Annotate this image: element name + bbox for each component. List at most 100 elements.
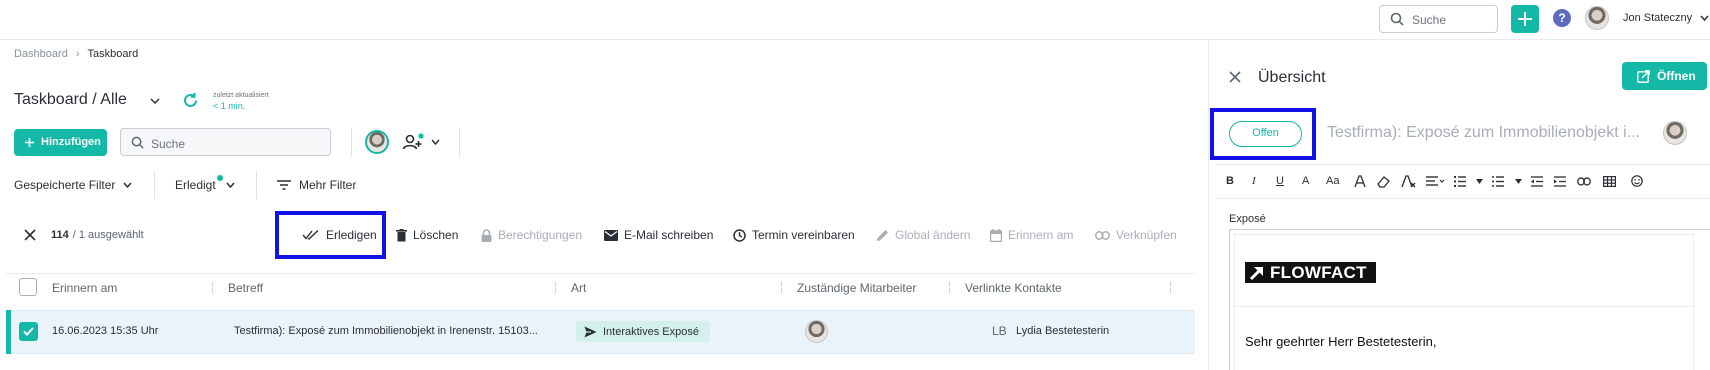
column-header-type[interactable]: Art xyxy=(571,281,586,295)
chevron-right-icon: › xyxy=(75,48,80,60)
ordered-list-icon[interactable] xyxy=(1454,176,1466,187)
outdent-icon[interactable] xyxy=(1531,176,1543,187)
permissions-button[interactable]: Berechtigungen xyxy=(481,228,582,242)
saved-filters-dropdown[interactable]: Gespeicherte Filter xyxy=(14,178,132,192)
eraser-icon[interactable] xyxy=(1377,175,1390,188)
indent-icon[interactable] xyxy=(1554,176,1566,187)
panel-assignee-avatar[interactable] xyxy=(1663,121,1687,145)
write-email-button[interactable]: E-Mail schreiben xyxy=(604,228,713,242)
global-change-button[interactable]: Global ändern xyxy=(876,228,970,242)
row-type-label: Interaktives Exposé xyxy=(603,325,699,338)
refresh-icon[interactable] xyxy=(182,92,199,109)
table-top-divider xyxy=(6,273,1195,274)
schedule-appointment-button[interactable]: Termin vereinbaren xyxy=(733,228,855,242)
expose-content-frame xyxy=(1234,234,1694,370)
clear-format-icon[interactable] xyxy=(1401,175,1416,188)
open-button[interactable]: Öffnen xyxy=(1622,62,1707,90)
breadcrumb-dashboard[interactable]: Dashboard xyxy=(14,48,68,60)
row-contact-name[interactable]: Lydia Bestetesterin xyxy=(1016,325,1109,337)
row-selected-accent xyxy=(6,310,11,354)
column-header-subject[interactable]: Betreff xyxy=(228,281,263,295)
selection-total: 114 xyxy=(51,229,69,241)
highlight-status xyxy=(1210,108,1316,160)
open-button-label: Öffnen xyxy=(1657,69,1696,83)
global-search-placeholder: Suche xyxy=(1412,13,1447,27)
close-icon[interactable] xyxy=(1229,71,1241,83)
delete-label: Löschen xyxy=(413,228,459,242)
more-filters-label: Mehr Filter xyxy=(299,178,357,192)
expose-greeting: Sehr geehrter Herr Bestetesterin, xyxy=(1245,334,1437,349)
font-size-button[interactable]: Aa xyxy=(1326,175,1339,187)
emoji-icon[interactable] xyxy=(1631,175,1643,187)
plus-icon xyxy=(1518,12,1532,26)
highlight-complete xyxy=(275,211,386,259)
chevron-down-icon[interactable] xyxy=(150,97,160,105)
schedule-appointment-label: Termin vereinbaren xyxy=(752,228,855,242)
row-type-badge: Interaktives Exposé xyxy=(576,321,710,342)
plus-icon xyxy=(25,138,34,147)
column-header-assignees[interactable]: Zuständige Mitarbeiter xyxy=(797,281,916,295)
close-icon[interactable] xyxy=(24,229,36,241)
page-title[interactable]: Taskboard / Alle xyxy=(14,91,127,109)
remind-at-button[interactable]: Erinnern am xyxy=(990,228,1073,242)
search-icon xyxy=(131,136,144,149)
trash-icon xyxy=(396,228,407,241)
filter-lines-icon xyxy=(277,180,291,190)
done-filter-label: Erledigt xyxy=(175,178,216,192)
user-add-icon[interactable] xyxy=(402,133,424,151)
chevron-down-icon[interactable] xyxy=(1700,14,1709,22)
external-link-icon xyxy=(1637,69,1650,83)
remind-at-label: Erinnern am xyxy=(1008,228,1074,242)
link-icon[interactable] xyxy=(1577,177,1591,186)
row-assignee-avatar[interactable] xyxy=(805,320,828,343)
link-label: Verknüpfen xyxy=(1116,228,1177,242)
chevron-down-icon xyxy=(123,182,132,189)
panel-subject[interactable]: Testfirma): Exposé zum Immobilienobjekt … xyxy=(1327,124,1640,142)
underline-button[interactable]: U xyxy=(1276,175,1284,187)
updated-label: zuletzt aktualisiert xyxy=(213,92,269,99)
font-color-button[interactable]: A xyxy=(1302,175,1309,187)
selection-count: 114 / 1 ausgewählt xyxy=(51,229,144,241)
caret-down-icon[interactable] xyxy=(1476,179,1483,184)
link-button[interactable]: Verknüpfen xyxy=(1095,228,1177,242)
done-filter-dropdown[interactable]: Erledigt xyxy=(175,175,235,192)
more-filters-button[interactable]: Mehr Filter xyxy=(277,178,356,192)
arrow-up-right-icon xyxy=(1249,267,1263,281)
mail-icon xyxy=(604,229,618,241)
add-button[interactable]: Hinzufügen xyxy=(14,129,107,156)
delete-button[interactable]: Löschen xyxy=(396,228,458,242)
italic-button[interactable]: I xyxy=(1252,175,1256,187)
text-highlight-icon[interactable] xyxy=(1354,175,1366,188)
permissions-label: Berechtigungen xyxy=(498,228,583,242)
chevron-down-icon[interactable] xyxy=(431,138,440,146)
assignee-avatar-filter[interactable] xyxy=(365,130,389,154)
global-search-input[interactable]: Suche xyxy=(1379,5,1498,33)
align-icon[interactable] xyxy=(1426,176,1445,187)
flowfact-logo: FLOWFACT xyxy=(1245,262,1376,283)
list-search-input[interactable]: Suche xyxy=(120,128,331,156)
row-subject[interactable]: Testfirma): Exposé zum Immobilienobjekt … xyxy=(234,325,538,337)
help-icon[interactable]: ? xyxy=(1553,9,1571,27)
search-icon xyxy=(1390,12,1404,26)
bullet-list-icon[interactable] xyxy=(1492,176,1504,187)
send-icon xyxy=(584,326,597,337)
editor-toolbar-top-divider xyxy=(1216,164,1710,165)
column-header-remind[interactable]: Erinnern am xyxy=(52,281,117,295)
check-icon xyxy=(23,327,34,336)
table-icon[interactable] xyxy=(1603,176,1616,187)
pencil-icon xyxy=(877,229,888,241)
link-icon xyxy=(1095,230,1110,240)
column-header-contacts[interactable]: Verlinkte Kontakte xyxy=(965,281,1062,295)
expose-field-label: Exposé xyxy=(1229,213,1266,225)
row-remind-date: 16.06.2023 15:35 Uhr xyxy=(52,325,159,337)
editor-toolbar-bottom-divider xyxy=(1216,198,1710,199)
caret-down-icon[interactable] xyxy=(1515,179,1522,184)
breadcrumb-taskboard: Taskboard xyxy=(87,48,139,60)
user-name[interactable]: Jon Stateczny xyxy=(1623,12,1692,24)
avatar[interactable] xyxy=(1585,6,1609,30)
clock-icon xyxy=(733,228,746,242)
bold-button[interactable]: B xyxy=(1226,175,1234,187)
row-checkbox[interactable] xyxy=(19,322,38,341)
select-all-checkbox[interactable] xyxy=(19,278,37,296)
create-button[interactable] xyxy=(1511,5,1539,33)
